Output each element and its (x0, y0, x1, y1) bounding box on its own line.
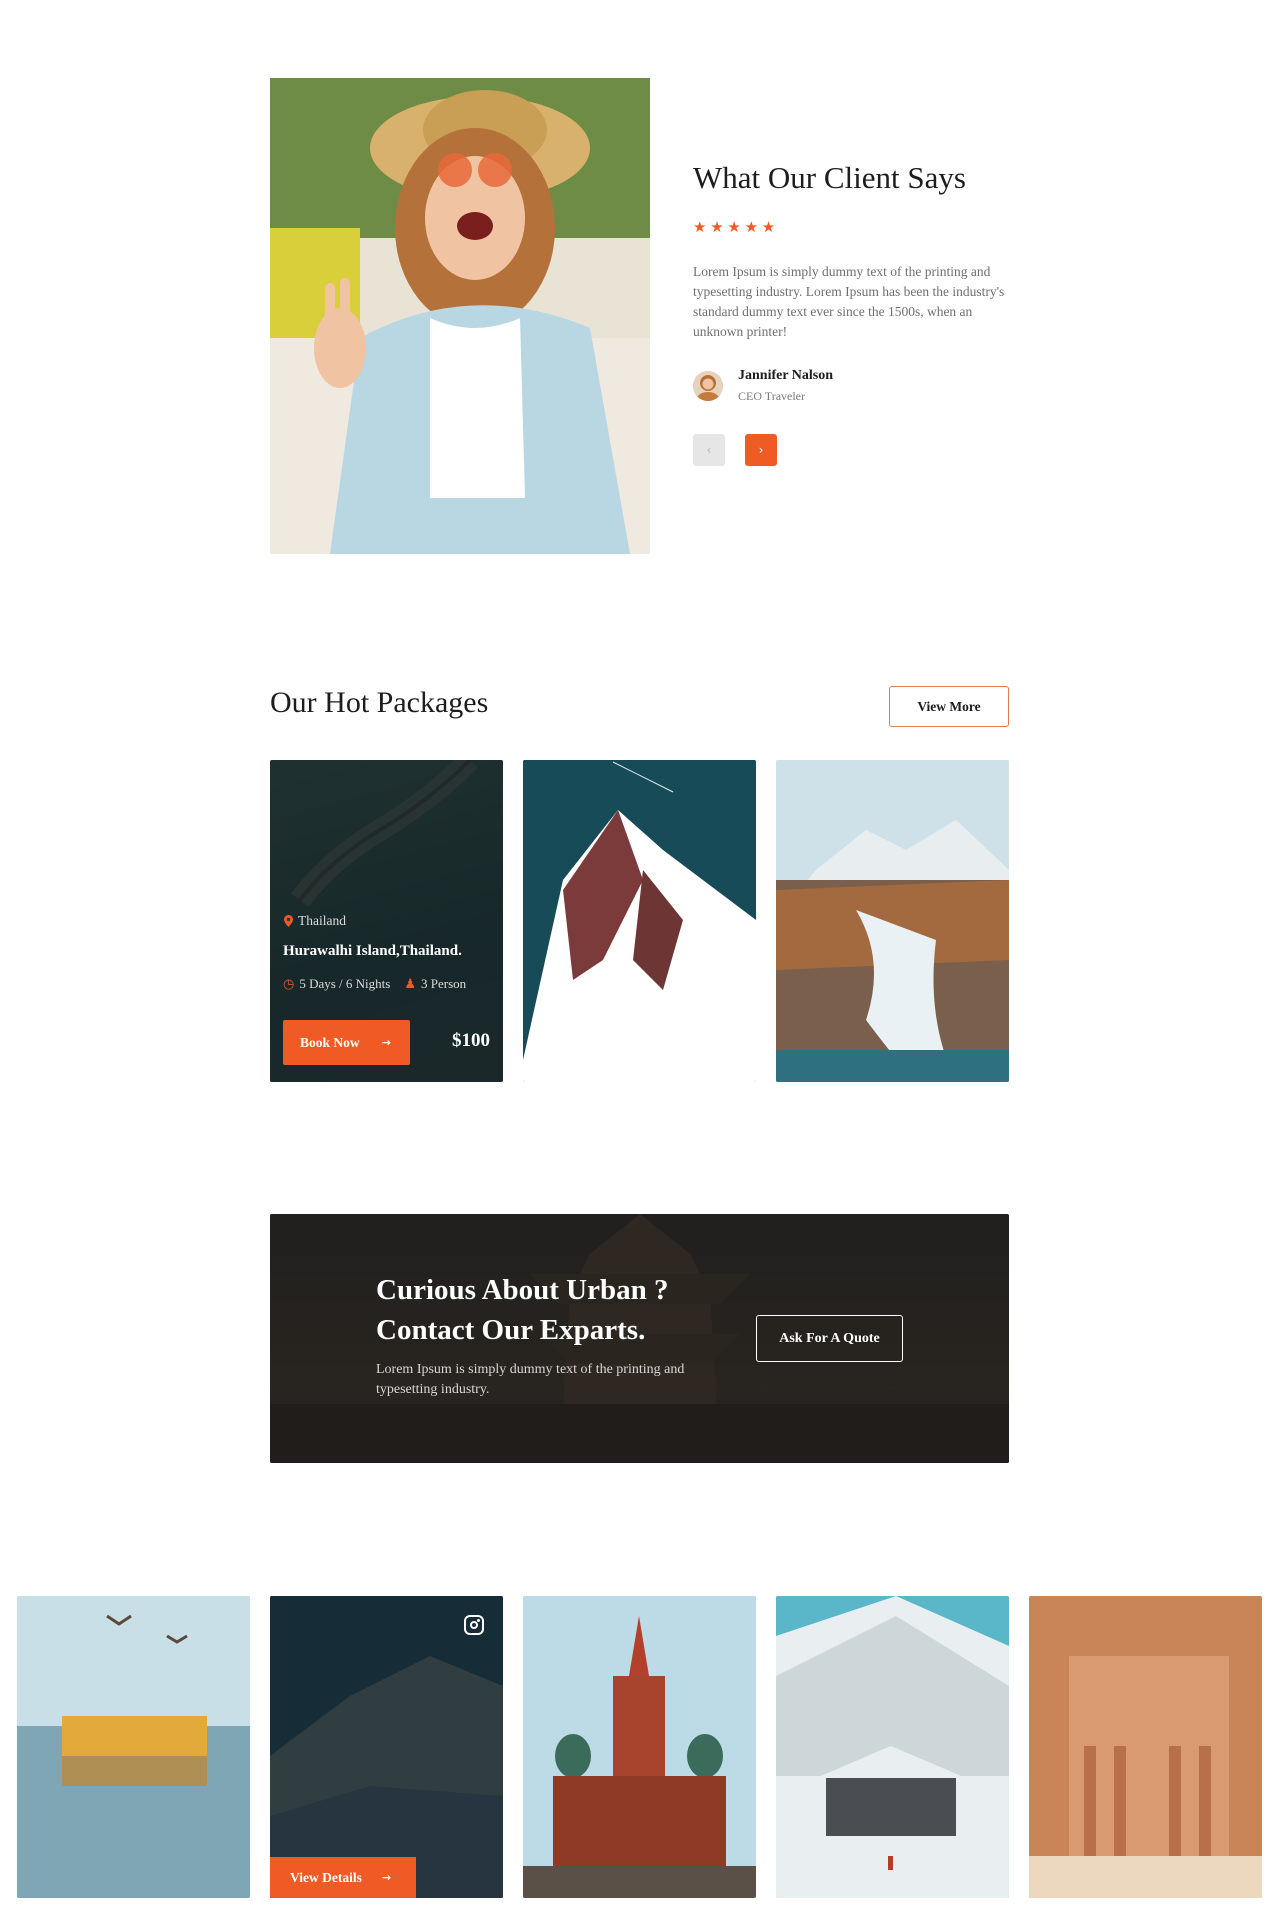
cta-text: Lorem Ipsum is simply dummy text of the … (376, 1362, 685, 1397)
book-now-button[interactable]: Book Now → (283, 1020, 410, 1065)
gallery-item-cathedral[interactable] (523, 1596, 756, 1898)
view-details-button[interactable]: View Details → (270, 1857, 416, 1898)
arrow-right-icon: → (381, 1036, 391, 1049)
package-location: Thailand (284, 913, 346, 929)
arrow-right-icon: → (381, 1871, 392, 1884)
cta-banner: Curious About Urban ? Contact Our Expart… (270, 1214, 1009, 1463)
package-meta: ◷ 5 Days / 6 Nights ♟ 3 Person (283, 976, 466, 992)
person-icon: ♟ (404, 976, 416, 991)
gallery-item-city[interactable]: View Details → (270, 1596, 503, 1898)
view-details-label: View Details (290, 1869, 362, 1885)
rating-stars: ★ ★ ★ ★ ★ (693, 220, 776, 236)
packages-title: Our Hot Packages (270, 686, 489, 719)
testimonial-photo (270, 78, 650, 554)
instagram-icon[interactable] (464, 1615, 484, 1635)
testimonial-author-name: Jannifer Nalson (738, 368, 834, 383)
package-duration: 5 Days / 6 Nights (299, 976, 391, 991)
testimonial-prev-button[interactable]: ‹ (693, 434, 725, 466)
cta-heading-line-2: Contact Our Exparts. (376, 1314, 646, 1346)
location-pin-icon (284, 915, 293, 927)
cta-heading-line-1: Curious About Urban ? (376, 1274, 669, 1306)
testimonial-title: What Our Client Says (693, 160, 966, 195)
testimonial-next-button[interactable]: › (745, 434, 777, 466)
avatar (693, 371, 723, 401)
testimonial-author-role: CEO Traveler (738, 389, 805, 403)
gallery-item-petra[interactable] (1029, 1596, 1262, 1898)
package-price: $100 (452, 1030, 490, 1051)
package-card-featured[interactable]: Thailand Hurawalhi Island,Thailand. ◷ 5 D… (270, 760, 503, 1082)
chevron-right-icon: › (758, 443, 764, 457)
package-people: 3 Person (421, 976, 467, 991)
gallery-item-lake-palace[interactable] (17, 1596, 250, 1898)
testimonial-text: Lorem Ipsum is simply dummy text of the … (693, 264, 1005, 339)
clock-icon: ◷ (283, 976, 295, 991)
ask-for-quote-button[interactable]: Ask For A Quote (756, 1315, 903, 1362)
package-name: Hurawalhi Island,Thailand. (283, 943, 462, 959)
gallery-overlay (270, 1596, 503, 1898)
gallery-item-snow-cabin[interactable] (776, 1596, 1009, 1898)
book-now-label: Book Now (300, 1034, 360, 1050)
package-card-mountain[interactable] (523, 760, 756, 1082)
package-location-text: Thailand (298, 913, 346, 928)
view-more-button[interactable]: View More (889, 686, 1009, 727)
package-card-waterfall[interactable] (776, 760, 1009, 1082)
chevron-left-icon: ‹ (706, 443, 712, 457)
